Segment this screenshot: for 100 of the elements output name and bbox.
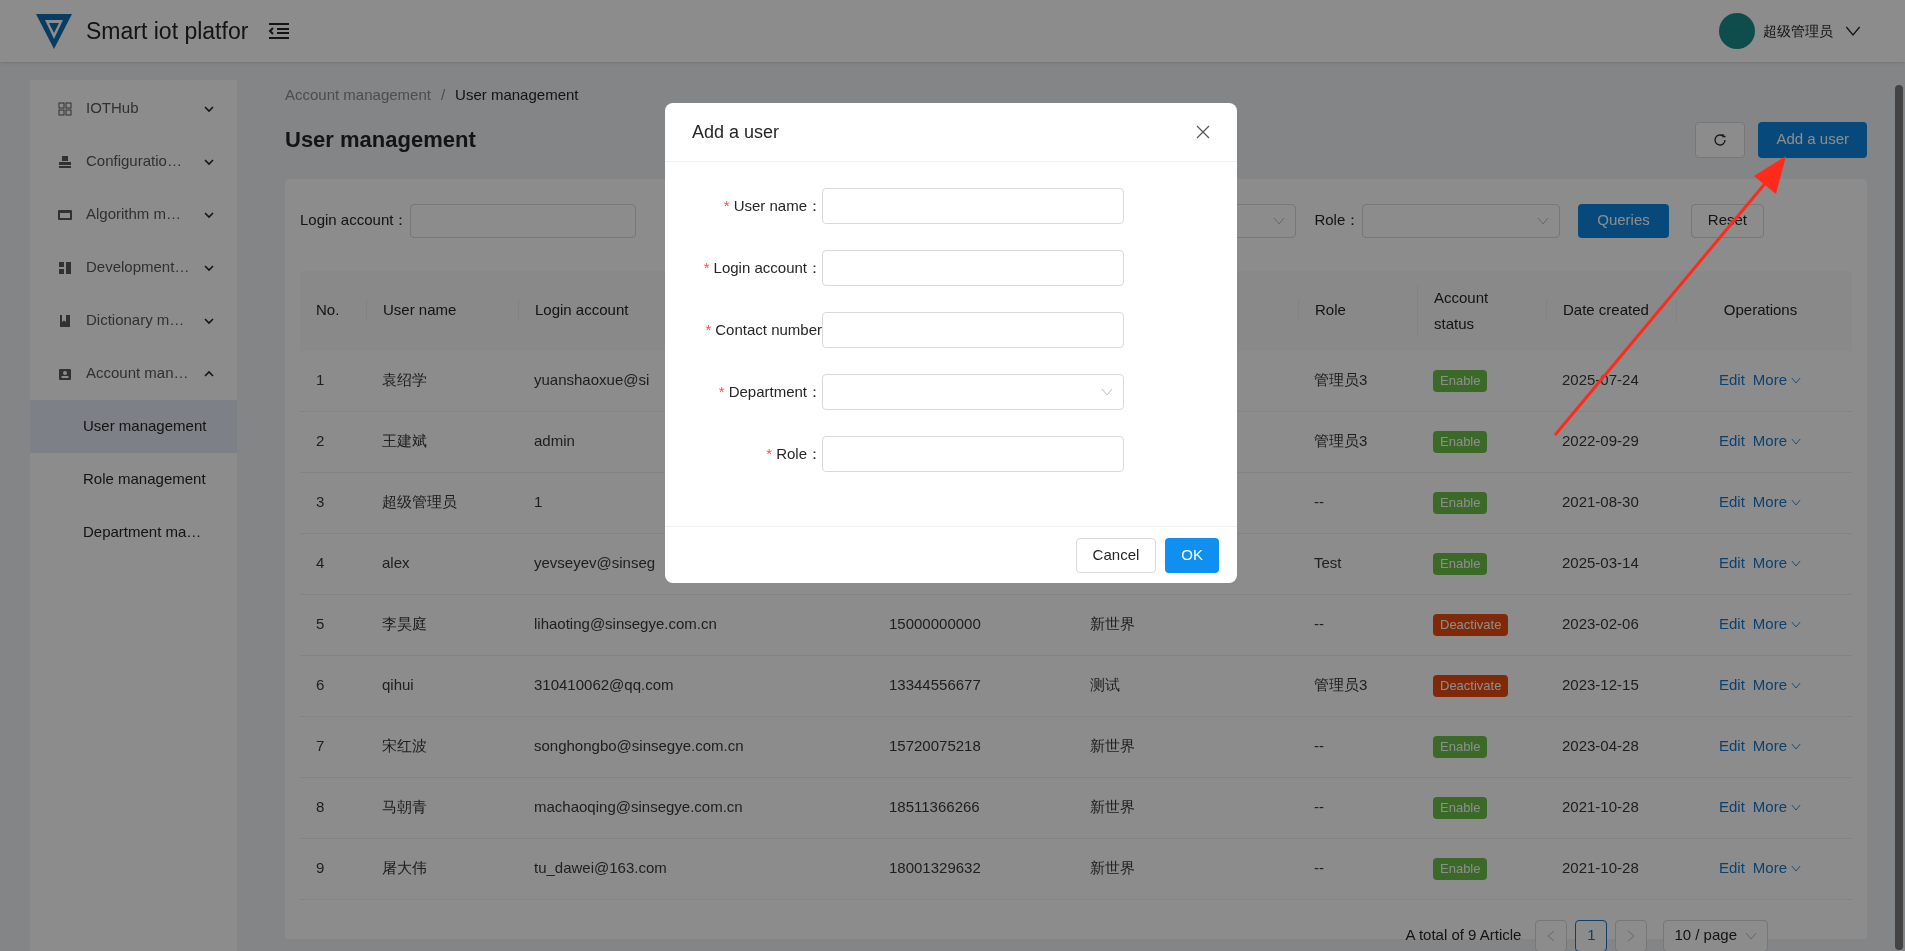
chevron-icon	[1791, 865, 1801, 872]
menu-collapse-button[interactable]	[268, 22, 291, 40]
sidebar-item[interactable]: Account man…	[30, 347, 237, 400]
input-field[interactable]	[822, 188, 1124, 224]
edit-link[interactable]: Edit	[1718, 735, 1745, 758]
status-tag: Enable	[1433, 736, 1488, 758]
chevron-icon	[1791, 438, 1801, 445]
grid-icon	[58, 101, 72, 116]
edit-link[interactable]: Edit	[1718, 430, 1745, 453]
table-cell-text: 15000000000	[889, 614, 981, 635]
dialog-title: Add a user	[692, 120, 780, 144]
more-link[interactable]: More	[1752, 674, 1801, 697]
status-tag: Enable	[1433, 797, 1488, 819]
sidebar-item[interactable]: Algorithm m…	[30, 188, 237, 241]
table-cell-text: 310410062@qq.com	[534, 675, 674, 696]
table-cell-text: 4	[316, 553, 325, 574]
stack-icon	[58, 154, 72, 169]
next-page-button[interactable]	[1615, 919, 1648, 951]
required-mark: *	[703, 257, 710, 278]
sidebar-item[interactable]: Development…	[30, 241, 237, 294]
sidebar-item[interactable]: Dictionary m…	[30, 294, 237, 347]
more-link[interactable]: More	[1752, 613, 1801, 636]
department-select[interactable]	[822, 374, 1124, 410]
table-cell-text: 新世界	[1090, 736, 1135, 757]
edit-link[interactable]: Edit	[1718, 613, 1745, 636]
refresh-button[interactable]	[1695, 121, 1746, 158]
more-link[interactable]: More	[1752, 369, 1801, 392]
ok-button[interactable]: OK	[1165, 537, 1219, 573]
breadcrumb-item[interactable]: Account management	[285, 84, 431, 107]
input-field[interactable]	[822, 250, 1124, 286]
table-cell-text: alex	[382, 553, 410, 574]
edit-link[interactable]: Edit	[1718, 491, 1745, 514]
page-button[interactable]: 1	[1575, 919, 1608, 951]
avatar[interactable]	[1719, 13, 1755, 49]
input-field[interactable]	[822, 436, 1124, 472]
sidebar-item[interactable]: Configuratio…	[30, 135, 237, 188]
more-link[interactable]: More	[1752, 857, 1801, 880]
required-mark: *	[705, 319, 712, 340]
add-user-button[interactable]: Add a user	[1758, 121, 1867, 158]
table-cell-text: yevseyev@sinseg	[534, 553, 656, 574]
input-field[interactable]	[822, 312, 1124, 348]
close-icon	[1196, 125, 1210, 139]
user-name[interactable]: 超级管理员	[1763, 20, 1833, 42]
more-link[interactable]: More	[1752, 796, 1801, 819]
table-cell-text: --	[1314, 736, 1324, 757]
table-cell-text: 3	[316, 492, 325, 513]
chevron-icon	[1745, 931, 1757, 940]
table-cell-text: 13344556677	[889, 675, 981, 696]
more-link[interactable]: More	[1752, 735, 1801, 758]
table-cell-text: --	[1314, 858, 1324, 879]
more-link[interactable]: More	[1752, 430, 1801, 453]
table-cell-text: 15720075218	[889, 736, 981, 757]
prev-page-button[interactable]	[1535, 919, 1568, 951]
page-title: User management	[285, 126, 476, 154]
breadcrumb-item: User management	[455, 85, 579, 105]
field-label: Role：	[776, 443, 822, 464]
edit-link[interactable]: Edit	[1718, 552, 1745, 575]
chevron-icon	[1273, 216, 1286, 225]
table-cell-text: lihaoting@sinsegye.com.cn	[534, 614, 717, 635]
scrollbar[interactable]	[1895, 85, 1903, 950]
table-cell-text: 王建斌	[382, 431, 427, 452]
table-cell-text: 2	[316, 431, 325, 452]
edit-link[interactable]: Edit	[1718, 796, 1745, 819]
chevron-icon	[1791, 621, 1801, 628]
more-link[interactable]: More	[1752, 552, 1801, 575]
table-cell-text: 2025-03-14	[1562, 553, 1639, 574]
chevron-icon	[1101, 388, 1113, 396]
breadcrumb-separator: /	[440, 85, 446, 105]
sidebar-subitem[interactable]: Department ma…	[30, 506, 237, 559]
table-cell-text: 1	[316, 370, 325, 391]
close-button[interactable]	[1196, 125, 1210, 139]
sidebar-item[interactable]: IOTHub	[30, 82, 237, 135]
table-cell-text: Test	[1314, 553, 1342, 574]
chevron-icon	[1791, 377, 1801, 384]
queries-button[interactable]: Queries	[1578, 203, 1669, 238]
table-cell-text: 2021-08-30	[1562, 492, 1639, 513]
edit-link[interactable]: Edit	[1718, 857, 1745, 880]
table-cell-text: 6	[316, 675, 325, 696]
logo-icon	[34, 11, 74, 51]
column-header: Role	[1315, 301, 1346, 319]
table-cell-text: 管理员3	[1314, 675, 1368, 696]
field-label: Login account：	[713, 257, 822, 278]
sidebar-subitem[interactable]: Role management	[30, 453, 237, 506]
required-mark: *	[718, 381, 725, 402]
table-cell-text: 1	[534, 492, 543, 513]
cancel-button[interactable]: Cancel	[1075, 537, 1157, 573]
edit-link[interactable]: Edit	[1718, 674, 1745, 697]
column-header: Login account	[535, 301, 629, 319]
chevron-icon	[1791, 499, 1801, 506]
sidebar-subitem[interactable]: User management	[30, 400, 237, 453]
chevron-right-icon	[1627, 929, 1636, 942]
table-cell-text: 2023-02-06	[1562, 614, 1639, 635]
table-cell-text: 2021-10-28	[1562, 858, 1639, 879]
more-link[interactable]: More	[1752, 491, 1801, 514]
chevron-icon	[1791, 804, 1801, 811]
page-size-select[interactable]: 10 / page	[1663, 919, 1768, 951]
table-cell-text: 袁绍学	[382, 370, 427, 391]
table-cell-text: 5	[316, 614, 325, 635]
edit-link[interactable]: Edit	[1718, 369, 1745, 392]
role-select[interactable]	[1362, 203, 1561, 238]
